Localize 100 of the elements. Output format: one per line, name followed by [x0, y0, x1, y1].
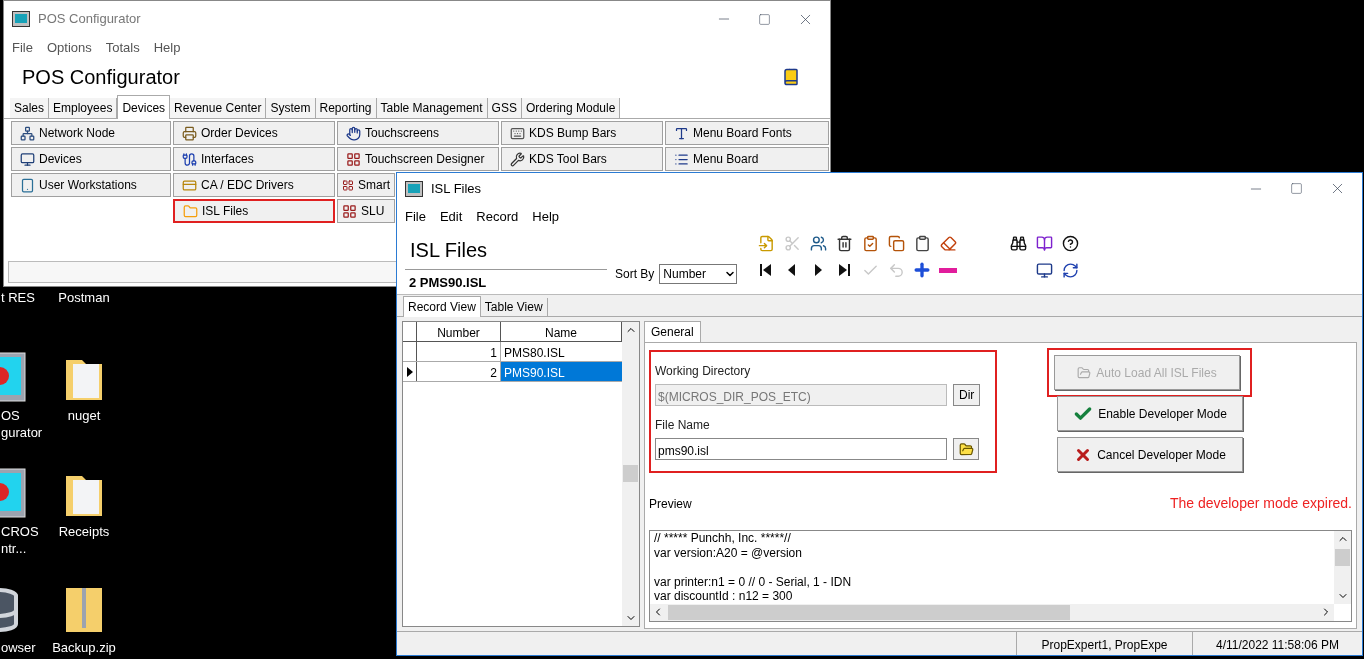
book-icon	[1035, 234, 1053, 252]
desktop-icon-label[interactable]: Postman	[58, 289, 110, 306]
device-button[interactable]: Order Devices	[173, 121, 335, 145]
app-icon	[12, 11, 30, 27]
minus-icon	[939, 267, 958, 273]
horizontal-scrollbar[interactable]	[650, 603, 1334, 621]
zip-folder-icon	[64, 586, 104, 634]
field-label: File Name	[655, 417, 711, 434]
window-title: ISL Files	[431, 179, 482, 198]
menu-item[interactable]: Totals	[105, 38, 140, 58]
menu-item[interactable]: Options	[46, 38, 92, 58]
page-heading: POS Configurator	[22, 65, 180, 90]
page-heading: ISL Files	[409, 238, 489, 263]
menu-item[interactable]: File	[405, 206, 426, 227]
maximize-icon[interactable]	[758, 12, 771, 26]
device-button[interactable]: Touchscreens	[337, 121, 499, 145]
tab[interactable]: Ordering Module	[521, 98, 621, 118]
tab[interactable]: GSS	[487, 98, 522, 118]
clipboard-icon	[913, 234, 931, 252]
font-icon	[674, 125, 689, 141]
menu-item[interactable]: Edit	[439, 206, 463, 227]
grid-icon	[346, 151, 361, 167]
column-header[interactable]: Number	[417, 322, 501, 341]
trash-icon	[835, 234, 853, 252]
desktop-icon-label[interactable]: CROS ntr...	[0, 523, 39, 557]
menu-item[interactable]: File	[12, 38, 33, 58]
copy-icon	[887, 234, 905, 252]
touch-icon	[346, 125, 361, 141]
device-button[interactable]: CA / EDC Drivers	[173, 173, 335, 197]
card-icon	[182, 177, 197, 193]
desktop-icon-label[interactable]: t RES	[0, 289, 35, 306]
scroll-thumb[interactable]	[1335, 549, 1350, 566]
device-button[interactable]: SLU	[337, 199, 395, 223]
code-text: // ***** Punchh, Inc. *****// var version:A20 = @version var printer:n1 = 0 // 0 - Serial, 1 - IDN var discountId : n12 = 300	[653, 531, 853, 604]
tab[interactable]: Devices	[117, 95, 171, 119]
sort-by-select[interactable]: Number	[659, 264, 738, 284]
app-icon	[405, 180, 423, 197]
device-button[interactable]: Touchscreen Designer	[337, 147, 499, 171]
table-cell: 1	[417, 342, 501, 361]
folder-icon	[1077, 365, 1092, 380]
maximize-icon[interactable]	[1290, 182, 1303, 195]
device-button[interactable]: ISL Files	[173, 199, 335, 223]
computer-icon	[20, 151, 35, 167]
tools-icon	[510, 151, 525, 167]
menu-item[interactable]: Record	[476, 206, 519, 227]
search-icon	[1009, 234, 1027, 252]
grid-icon	[342, 203, 357, 219]
network-icon	[20, 125, 35, 141]
table-row[interactable]: 2 PMS90.ISL	[403, 362, 622, 382]
vertical-scrollbar[interactable]	[1334, 531, 1351, 604]
monitor-icon	[1035, 261, 1053, 279]
desktop-icon-label[interactable]: nuget	[67, 407, 101, 424]
device-button[interactable]: Devices	[11, 147, 171, 171]
file-icon	[183, 203, 198, 219]
printer-icon	[182, 125, 197, 141]
desktop-icon-label[interactable]: owser	[0, 639, 36, 656]
tab[interactable]: Employees	[49, 98, 118, 118]
interfaces-icon	[182, 151, 197, 167]
grid-icon	[342, 177, 354, 193]
field-label: Working Directory	[655, 363, 752, 380]
tab[interactable]: Reporting	[315, 98, 377, 118]
file-name-field[interactable]: pms90.isl	[655, 438, 947, 460]
device-button[interactable]: Menu Board Fonts	[665, 121, 829, 145]
desktop-icon-label[interactable]: Receipts	[58, 523, 110, 540]
desktop-icon-label[interactable]: OS gurator	[0, 407, 43, 441]
vertical-scrollbar[interactable]	[622, 322, 639, 626]
help-icon	[1061, 234, 1079, 252]
book-icon[interactable]	[782, 68, 800, 86]
device-button[interactable]: KDS Tool Bars	[501, 147, 663, 171]
tablet-icon	[20, 177, 35, 193]
desktop-icon-label[interactable]: Backup.zip	[52, 639, 116, 656]
tab[interactable]: Revenue Center	[170, 98, 267, 118]
list-icon	[674, 151, 689, 167]
scroll-thumb[interactable]	[623, 465, 638, 482]
view-tab[interactable]: Record View	[403, 296, 481, 317]
device-button[interactable]: Network Node	[11, 121, 171, 145]
device-button[interactable]: KDS Bump Bars	[501, 121, 663, 145]
row-pointer-icon	[406, 366, 413, 377]
device-button[interactable]: Menu Board	[665, 147, 829, 171]
sort-by-label: Sort By	[615, 266, 655, 283]
action-button[interactable]: Enable Developer Mode	[1057, 396, 1243, 431]
device-button[interactable]: Interfaces	[173, 147, 335, 171]
menu-item[interactable]: Help	[532, 206, 560, 227]
tab[interactable]: Sales	[10, 98, 50, 118]
device-button[interactable]: User Workstations	[11, 173, 171, 197]
folder-icon	[958, 441, 974, 457]
preview-label: Preview	[649, 495, 692, 513]
device-button[interactable]: Smart	[337, 173, 395, 197]
browse-button[interactable]	[953, 438, 979, 460]
tab[interactable]: System	[266, 98, 316, 118]
general-tab[interactable]: General	[644, 321, 701, 342]
eraser-icon	[939, 234, 957, 252]
status-text: 4/11/2022 11:58:06 PM	[1192, 632, 1362, 655]
action-button[interactable]: Cancel Developer Mode	[1057, 437, 1243, 472]
status-text: PropExpert1, PropExpe	[1016, 632, 1192, 655]
menu-item[interactable]: Help	[153, 38, 181, 58]
scroll-thumb[interactable]	[668, 604, 1070, 620]
sync-icon	[1061, 261, 1079, 279]
table-cell: PMS90.ISL	[501, 362, 622, 381]
tab[interactable]: Table Management	[376, 98, 488, 118]
